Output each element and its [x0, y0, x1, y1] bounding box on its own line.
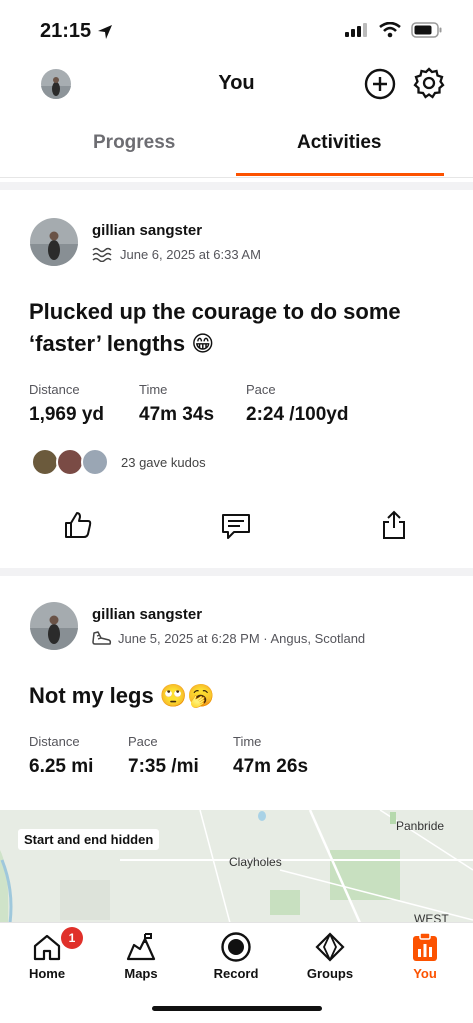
- cellular-signal-icon: [345, 23, 367, 37]
- settings-button[interactable]: [412, 66, 446, 100]
- maps-icon: [126, 933, 156, 961]
- nav-groups[interactable]: Groups: [290, 923, 370, 993]
- stat-label: Time: [139, 382, 168, 397]
- kudos-button[interactable]: [62, 509, 94, 541]
- battery-icon: [411, 22, 442, 38]
- location-arrow-icon: [98, 24, 113, 39]
- athlete-name[interactable]: gillian sangster: [92, 222, 202, 239]
- stat-label: Pace: [246, 382, 276, 397]
- tab-progress[interactable]: Progress: [93, 132, 175, 154]
- stat-value: 1,969 yd: [29, 404, 104, 425]
- comment-icon: [222, 514, 250, 539]
- divider: [0, 182, 473, 190]
- nav-maps[interactable]: Maps: [101, 923, 181, 993]
- map-privacy-label: Start and end hidden: [18, 829, 160, 850]
- run-shoe-icon: [92, 631, 112, 645]
- record-icon: [221, 932, 251, 962]
- thumbs-up-icon: [65, 512, 92, 538]
- wifi-icon: [379, 22, 401, 38]
- nav-record[interactable]: Record: [196, 923, 276, 993]
- stat-value: 7:35 /mi: [128, 756, 199, 777]
- athlete-avatar[interactable]: [30, 602, 78, 650]
- nav-label: Home: [28, 966, 66, 981]
- divider: [0, 568, 473, 576]
- share-button[interactable]: [378, 509, 410, 541]
- nav-label: You: [413, 966, 437, 981]
- you-clipboard-icon: [413, 932, 437, 961]
- nav-you[interactable]: You: [385, 923, 465, 993]
- stat-label: Distance: [29, 734, 80, 749]
- stat-value: 47m 34s: [139, 404, 215, 425]
- page-title: You: [218, 72, 255, 94]
- gear-icon: [413, 67, 445, 99]
- share-icon: [383, 510, 405, 539]
- athlete-avatar[interactable]: [30, 218, 78, 266]
- map-place-label: Clayholes: [229, 855, 282, 869]
- nav-label: Maps: [124, 966, 158, 981]
- kudos-avatar: [81, 448, 109, 476]
- nav-label: Groups: [306, 966, 354, 981]
- groups-icon: [315, 932, 345, 962]
- notification-badge: 1: [61, 927, 83, 949]
- stat-label: Pace: [128, 734, 158, 749]
- activity-map[interactable]: Start and end hidden Panbride Clayholes …: [0, 810, 473, 923]
- stat-label: Time: [233, 734, 262, 749]
- swim-icon: [92, 247, 112, 262]
- home-indicator: [152, 1006, 322, 1011]
- comment-button[interactable]: [220, 511, 252, 543]
- stat-label: Distance: [29, 382, 80, 397]
- stat-value: 6.25 mi: [29, 756, 94, 777]
- tab-activities[interactable]: Activities: [297, 132, 381, 154]
- activity-title[interactable]: Not my legs 🙄🥱: [29, 680, 449, 712]
- activity-datetime: June 5, 2025 at 6:28 PM · Angus, Scotlan…: [118, 630, 366, 646]
- kudos-avatars[interactable]: [31, 448, 111, 478]
- home-icon: [33, 934, 61, 961]
- kudos-avatar: [31, 448, 59, 476]
- add-button[interactable]: [364, 68, 396, 100]
- plus-circle-icon: [364, 68, 396, 100]
- kudos-count[interactable]: 23 gave kudos: [121, 455, 206, 470]
- status-time: 21:15: [40, 20, 92, 42]
- athlete-name[interactable]: gillian sangster: [92, 606, 202, 623]
- status-bar: 21:15: [0, 0, 473, 60]
- active-tab-indicator: [236, 173, 444, 176]
- stat-value: 2:24 /100yd: [246, 404, 349, 425]
- kudos-avatar: [56, 448, 84, 476]
- tab-bar: Progress Activities: [0, 118, 473, 178]
- nav-home[interactable]: 1 Home: [7, 923, 87, 993]
- map-place-label: Panbride: [396, 819, 445, 833]
- activity-datetime: June 6, 2025 at 6:33 AM: [120, 246, 261, 262]
- stat-value: 47m 26s: [233, 756, 309, 777]
- nav-label: Record: [213, 966, 259, 981]
- activity-title[interactable]: Plucked up the courage to do some ‘faste…: [29, 296, 449, 360]
